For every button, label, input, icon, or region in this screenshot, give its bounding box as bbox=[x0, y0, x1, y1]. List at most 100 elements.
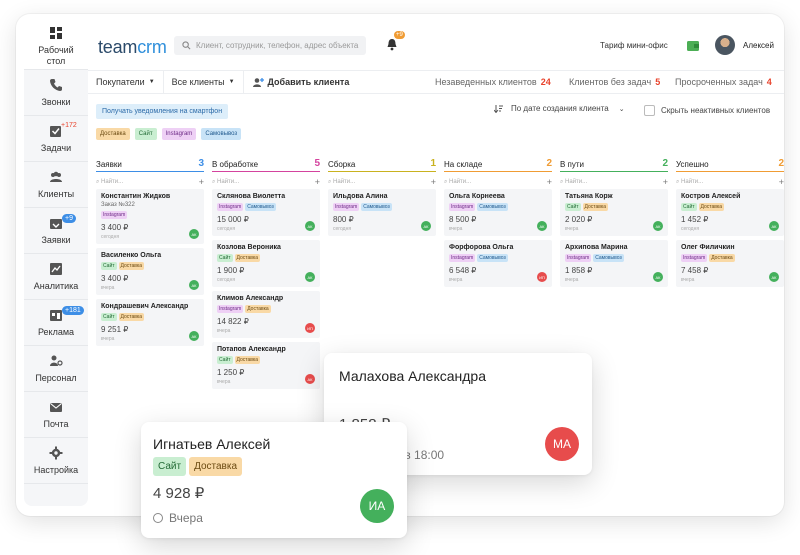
user-name[interactable]: Алексей bbox=[743, 41, 774, 50]
sidebar-item-8[interactable]: Почта bbox=[24, 392, 88, 438]
client-card[interactable]: Кострoв Алексей Сайт Доставка 1 452 ₽ сегодн… bbox=[676, 189, 784, 236]
client-card[interactable]: Ольга Корнеева Instagram Самовывоз 8 500 ₽ в… bbox=[444, 189, 552, 236]
client-card[interactable]: Потапов Александр Сайт Доставка 1 250 ₽ вчер… bbox=[212, 342, 320, 389]
client-card[interactable]: Ильдова Алина Instagram Самовывоз 800 ₽ сего… bbox=[328, 189, 436, 236]
client-card[interactable]: Василенко Ольга Сайт Доставка 3 400 ₽ вчера А… bbox=[96, 248, 204, 295]
wallet-button[interactable] bbox=[686, 39, 700, 57]
column-search[interactable]: ⌕ Найти... + bbox=[560, 175, 668, 189]
client-card[interactable]: Татьяна Корж Сайт Доставка 2 020 ₽ вчера АК bbox=[560, 189, 668, 236]
tag-filter-delivery[interactable]: Доставка bbox=[96, 128, 130, 140]
notify-smartphone-button[interactable]: Получать уведомления на смартфон bbox=[96, 104, 229, 119]
column-search[interactable]: ⌕ Найти... + bbox=[676, 175, 784, 189]
column-title: Успешно bbox=[676, 160, 709, 169]
sidebar-item-5[interactable]: Аналитика bbox=[24, 254, 88, 300]
column-header[interactable]: Успешно 2 bbox=[676, 158, 784, 172]
client-card[interactable]: Кондрашевич Александр Сайт Доставка 9 251 ₽… bbox=[96, 299, 204, 346]
card-manager-avatar[interactable]: АК bbox=[189, 229, 199, 239]
card-order-number: Заказ №322 bbox=[101, 202, 135, 208]
card-manager-avatar[interactable]: АК bbox=[421, 221, 431, 231]
client-card[interactable]: Форфорова Ольга Instagram Самовывоз 6 548 ₽… bbox=[444, 240, 552, 287]
column-search-input[interactable]: ⌕ Найти... bbox=[676, 179, 703, 186]
card-manager-avatar[interactable]: ИП bbox=[305, 323, 315, 333]
stat-overdue[interactable]: Просроченных задач 4 bbox=[675, 77, 772, 87]
sidebar-item-label: Клиенты bbox=[37, 188, 75, 199]
card-client-name: Василенко Ольга bbox=[101, 252, 162, 259]
column-header[interactable]: Заявки 3 bbox=[96, 158, 204, 172]
add-card-button[interactable]: + bbox=[199, 177, 204, 187]
stat-label: Клиентов без задач bbox=[569, 77, 652, 87]
add-card-button[interactable]: + bbox=[315, 177, 320, 187]
column-search-input[interactable]: ⌕ Найти... bbox=[96, 179, 123, 186]
column-header[interactable]: В пути 2 bbox=[560, 158, 668, 172]
hide-inactive-checkbox[interactable] bbox=[644, 105, 655, 116]
add-client-button[interactable]: Добавить клиента bbox=[244, 70, 358, 94]
stat-no-tasks[interactable]: Клиентов без задач 5 bbox=[569, 77, 660, 87]
tag-filter-pickup[interactable]: Самовывоз bbox=[201, 128, 242, 140]
card-manager-avatar[interactable]: АК bbox=[189, 331, 199, 341]
card-manager-avatar[interactable]: АК bbox=[537, 221, 547, 231]
card-manager-avatar[interactable]: АК bbox=[305, 221, 315, 231]
user-avatar[interactable] bbox=[715, 35, 735, 55]
add-card-button[interactable]: + bbox=[431, 177, 436, 187]
sidebar-item-9[interactable]: Настройка bbox=[24, 438, 88, 484]
card-manager-avatar[interactable]: АК bbox=[189, 280, 199, 290]
tag-filter-instagram[interactable]: Instagram bbox=[161, 128, 197, 140]
column-search[interactable]: ⌕ Найти... + bbox=[328, 175, 436, 189]
card-manager-avatar[interactable]: АК bbox=[769, 221, 779, 231]
search-box[interactable] bbox=[174, 36, 366, 55]
tariff-link[interactable]: Тариф мини-офис bbox=[600, 41, 668, 50]
column-header[interactable]: На складе 2 bbox=[444, 158, 552, 172]
card-price: 2 020 ₽ bbox=[565, 215, 593, 224]
card-manager-avatar[interactable]: АК bbox=[653, 272, 663, 282]
column-search-input[interactable]: ⌕ Найти... bbox=[444, 179, 471, 186]
client-card[interactable]: Олег Филичкин Instagram Доставка 7 458 ₽ вче… bbox=[676, 240, 784, 287]
column-title: Заявки bbox=[96, 160, 122, 169]
column-search-input[interactable]: ⌕ Найти... bbox=[560, 179, 587, 186]
client-popup-ignatiev[interactable]: Игнатьев Алексей Сайт Доставка 4 928 ₽ В… bbox=[141, 422, 407, 538]
card-manager-avatar[interactable]: АК bbox=[769, 272, 779, 282]
card-tag: Доставка bbox=[118, 313, 145, 321]
popup-avatar[interactable]: МА bbox=[545, 427, 579, 461]
card-manager-avatar[interactable]: АК bbox=[305, 374, 315, 384]
card-tags: Instagram Самовывоз bbox=[333, 203, 431, 211]
add-card-button[interactable]: + bbox=[663, 177, 668, 187]
sort-select[interactable]: По дате создания клиента ⌄ bbox=[494, 104, 625, 113]
column-search-placeholder: Найти... bbox=[449, 178, 472, 185]
sidebar-item-7[interactable]: Персонал bbox=[24, 346, 88, 392]
sidebar-item-2[interactable]: Задачи +172 bbox=[24, 116, 88, 162]
column-search[interactable]: ⌕ Найти... + bbox=[96, 175, 204, 189]
search-icon bbox=[182, 41, 191, 50]
client-card[interactable]: Архипова Марина Instagram Самовывоз 1 858 ₽… bbox=[560, 240, 668, 287]
all-clients-dropdown[interactable]: Все клиенты ▼ bbox=[164, 70, 244, 94]
sidebar-item-0[interactable]: Рабочий стол bbox=[24, 24, 88, 70]
column-search-input[interactable]: ⌕ Найти... bbox=[328, 179, 355, 186]
search-input[interactable] bbox=[196, 41, 366, 50]
hide-inactive-toggle[interactable]: Скрыть неактивных клиентов bbox=[644, 105, 770, 116]
stat-unregistered[interactable]: Незаведенных клиентов 24 bbox=[435, 77, 551, 87]
card-manager-avatar[interactable]: АК bbox=[653, 221, 663, 231]
tag-filter-site[interactable]: Сайт bbox=[134, 128, 157, 140]
column-header[interactable]: В обработке 5 bbox=[212, 158, 320, 172]
sidebar-item-4[interactable]: Заявки +9 bbox=[24, 208, 88, 254]
client-card[interactable]: Климов Александр Instagram Доставка 14 822 … bbox=[212, 291, 320, 338]
column-search[interactable]: ⌕ Найти... + bbox=[212, 175, 320, 189]
sidebar-item-6[interactable]: Реклама +181 bbox=[24, 300, 88, 346]
notifications-button[interactable]: +9 bbox=[386, 31, 405, 56]
client-card[interactable]: Склянова Виолетта Instagram Самовывоз 15 00… bbox=[212, 189, 320, 236]
sidebar-item-1[interactable]: Звонки bbox=[24, 70, 88, 116]
sidebar-item-3[interactable]: Клиенты bbox=[24, 162, 88, 208]
column-header[interactable]: Сборка 1 bbox=[328, 158, 436, 172]
client-card[interactable]: Козлова Вероника Сайт Доставка 1 900 ₽ сегод… bbox=[212, 240, 320, 287]
add-card-button[interactable]: + bbox=[779, 177, 784, 187]
popup-tags: Сайт Доставка bbox=[153, 457, 243, 476]
column-search[interactable]: ⌕ Найти... + bbox=[444, 175, 552, 189]
client-card[interactable]: Константин Жидков Заказ №322 Instagram 3 40… bbox=[96, 189, 204, 244]
card-manager-avatar[interactable]: АК bbox=[305, 272, 315, 282]
column-search-input[interactable]: ⌕ Найти... bbox=[212, 179, 239, 186]
logo[interactable]: teamcrm bbox=[98, 37, 167, 58]
column-search-placeholder: Найти... bbox=[101, 178, 124, 185]
buyers-dropdown[interactable]: Покупатели ▼ bbox=[88, 70, 164, 94]
card-manager-avatar[interactable]: ИП bbox=[537, 272, 547, 282]
popup-avatar[interactable]: ИА bbox=[360, 489, 394, 523]
add-card-button[interactable]: + bbox=[547, 177, 552, 187]
